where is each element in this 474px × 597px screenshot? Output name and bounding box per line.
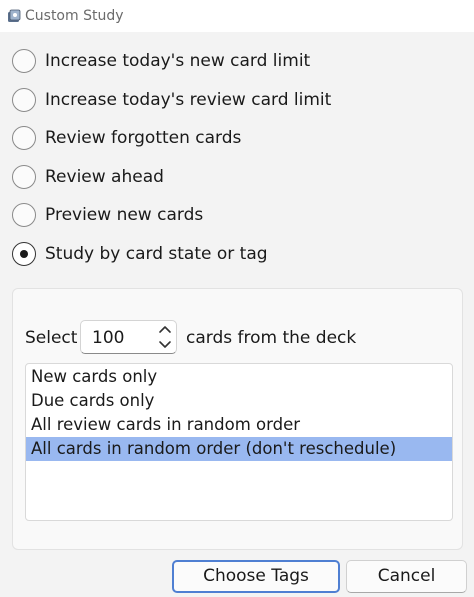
radio-review-forgotten[interactable]: Review forgotten cards bbox=[12, 123, 241, 153]
cards-from-deck-label: cards from the deck bbox=[186, 328, 357, 348]
list-item[interactable]: Due cards only bbox=[26, 389, 452, 413]
custom-study-dialog: Custom Study Increase today's new card l… bbox=[0, 0, 474, 597]
radio-increase-review-limit[interactable]: Increase today's review card limit bbox=[12, 85, 331, 115]
card-count-value[interactable]: 100 bbox=[92, 328, 124, 348]
radio-button[interactable] bbox=[12, 126, 36, 150]
radio-review-ahead[interactable]: Review ahead bbox=[12, 162, 164, 192]
radio-button[interactable] bbox=[12, 203, 36, 227]
radio-button[interactable] bbox=[12, 49, 36, 73]
radio-study-by-state-or-tag[interactable]: Study by card state or tag bbox=[12, 239, 268, 269]
window-title: Custom Study bbox=[25, 8, 124, 24]
choose-tags-button[interactable]: Choose Tags bbox=[172, 560, 340, 593]
radio-button[interactable] bbox=[12, 88, 36, 112]
radio-label: Preview new cards bbox=[45, 205, 204, 225]
title-bar: Custom Study bbox=[0, 0, 474, 32]
radio-label: Review ahead bbox=[45, 167, 164, 187]
radio-label: Review forgotten cards bbox=[45, 128, 242, 148]
card-state-list[interactable]: New cards only Due cards only All review… bbox=[25, 363, 453, 521]
radio-button[interactable] bbox=[12, 165, 36, 189]
chevron-down-icon[interactable] bbox=[157, 337, 173, 351]
radio-dot-icon bbox=[20, 250, 28, 258]
chevron-up-icon[interactable] bbox=[157, 323, 173, 337]
radio-button-checked[interactable] bbox=[12, 242, 36, 266]
list-item-selected[interactable]: All cards in random order (don't resched… bbox=[26, 437, 452, 461]
radio-label: Increase today's new card limit bbox=[45, 51, 311, 71]
radio-label: Increase today's review card limit bbox=[45, 90, 332, 110]
card-count-spinbox[interactable]: 100 bbox=[80, 320, 177, 354]
cancel-button[interactable]: Cancel bbox=[346, 560, 467, 593]
anki-app-icon bbox=[8, 9, 21, 22]
radio-increase-new-limit[interactable]: Increase today's new card limit bbox=[12, 46, 310, 76]
radio-preview-new[interactable]: Preview new cards bbox=[12, 200, 203, 230]
select-label: Select bbox=[25, 328, 78, 348]
list-item[interactable]: All review cards in random order bbox=[26, 413, 452, 437]
radio-label: Study by card state or tag bbox=[45, 244, 268, 264]
list-item[interactable]: New cards only bbox=[26, 365, 452, 389]
